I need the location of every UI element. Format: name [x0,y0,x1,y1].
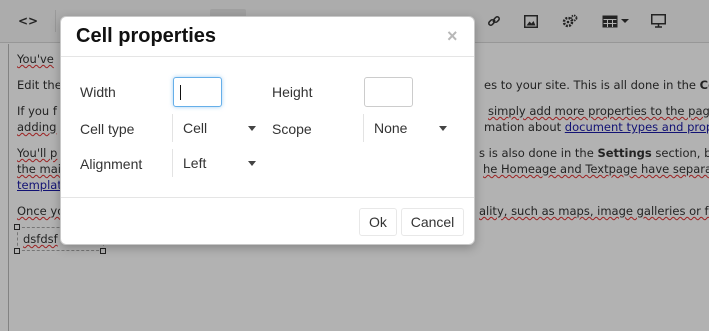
cell-properties-dialog: Cell properties × Width Height Cell type… [60,16,475,245]
cell-type-select[interactable]: Cell [172,114,257,142]
dialog-header: Cell properties × [61,17,474,57]
chevron-down-icon [248,126,256,131]
close-icon[interactable]: × [447,26,458,47]
scope-label: Scope [272,121,312,137]
scope-select[interactable]: None [363,114,450,142]
width-input[interactable] [173,77,222,107]
text-caret [180,85,181,100]
chevron-down-icon [248,161,256,166]
alignment-label: Alignment [80,156,143,172]
height-label: Height [272,84,313,100]
width-label: Width [80,84,116,100]
cancel-button[interactable]: Cancel [401,208,464,236]
dialog-footer: Ok Cancel [61,197,474,245]
cell-type-label: Cell type [80,121,135,137]
height-input[interactable] [364,77,413,107]
chevron-down-icon [439,126,447,131]
dialog-title: Cell properties [76,25,217,47]
alignment-select[interactable]: Left [172,149,257,177]
ok-button[interactable]: Ok [359,208,397,236]
